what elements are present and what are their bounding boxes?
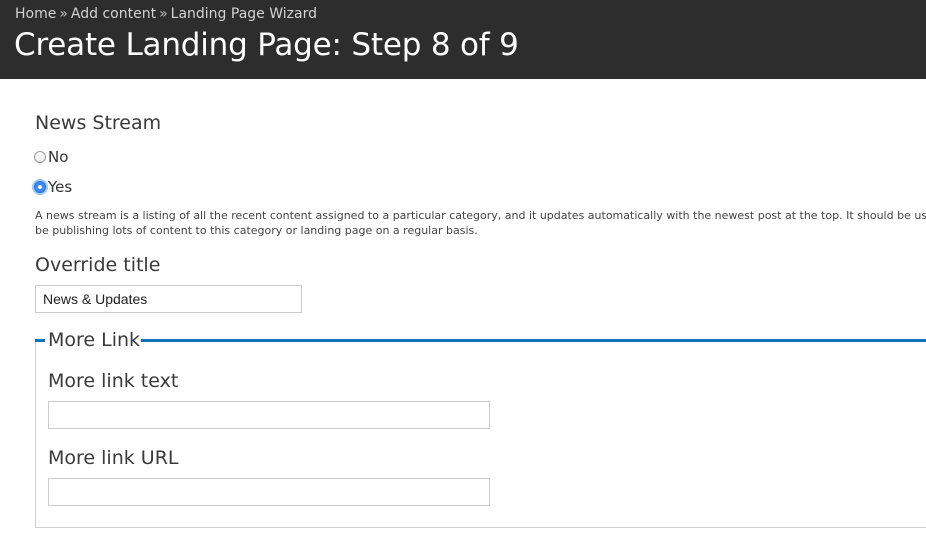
more-link-text-input[interactable] — [48, 401, 490, 429]
description-line-1: A news stream is a listing of all the re… — [35, 209, 926, 222]
more-link-url-input[interactable] — [48, 478, 490, 506]
override-title-label: Override title — [35, 254, 161, 276]
breadcrumb-wizard-link[interactable]: Landing Page Wizard — [171, 6, 317, 22]
more-link-url-label: More link URL — [48, 447, 179, 469]
more-link-text-label: More link text — [48, 370, 179, 392]
news-stream-label: News Stream — [35, 112, 162, 134]
override-title-input[interactable] — [35, 285, 302, 313]
radio-yes-label[interactable]: Yes — [48, 178, 72, 196]
radio-yes[interactable] — [34, 181, 46, 193]
page-title: Create Landing Page: Step 8 of 9 — [14, 27, 519, 63]
breadcrumb-add-content-link[interactable]: Add content — [71, 6, 156, 22]
legend-rule-left — [35, 339, 45, 342]
radio-no[interactable] — [34, 151, 46, 163]
more-link-legend: More Link — [48, 329, 141, 351]
news-stream-option-no[interactable]: No — [34, 148, 68, 166]
breadcrumb-home-link[interactable]: Home — [15, 6, 56, 22]
news-stream-option-yes[interactable]: Yes — [34, 178, 72, 196]
page-header: Home» Add content» Landing Page Wizard Cre… — [0, 0, 926, 79]
breadcrumb-separator: » — [159, 6, 168, 22]
legend-rule-right — [141, 339, 926, 342]
radio-no-label[interactable]: No — [48, 148, 68, 166]
description-line-2: be publishing lots of content to this ca… — [35, 224, 478, 237]
breadcrumb: Home» Add content» Landing Page Wizard — [15, 6, 317, 22]
breadcrumb-separator: » — [59, 6, 68, 22]
news-stream-description: A news stream is a listing of all the re… — [35, 208, 926, 238]
